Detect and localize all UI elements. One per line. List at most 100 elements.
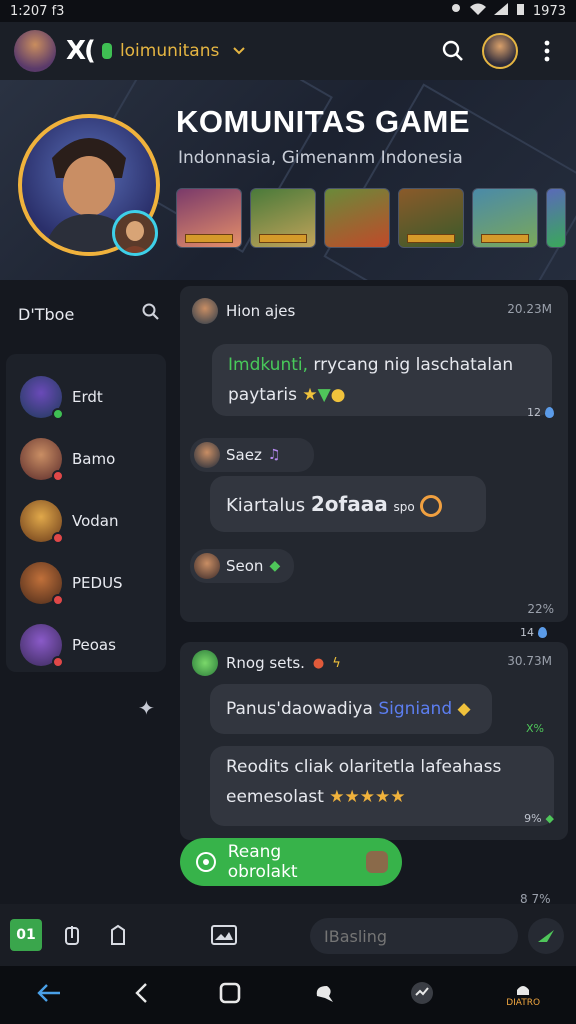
member-item[interactable]: Vodan: [6, 490, 166, 552]
message-bubble[interactable]: Panus'daowadiya Signiand ◆: [210, 684, 492, 734]
sender-name: Rnog sets.: [226, 654, 305, 672]
start-chat-label: Reang obrolakt: [227, 842, 298, 882]
image-button[interactable]: [208, 919, 240, 951]
message-link[interactable]: Signiand: [378, 699, 452, 719]
files-button[interactable]: [102, 919, 134, 951]
bell-icon: [517, 986, 530, 995]
message-time: 22%: [527, 602, 554, 616]
home-icon[interactable]: [219, 982, 241, 1008]
chat-thread: Hion ajes 20.23M Imdkunti, rrycang nig l…: [180, 286, 568, 622]
location-icon: [450, 3, 462, 19]
record-icon: [196, 852, 216, 872]
member-item[interactable]: Erdt: [6, 366, 166, 428]
rating-stars-icon: ★★★★★: [329, 787, 406, 807]
top-app-bar: X( loimunitans: [0, 22, 576, 80]
read-receipt: 14: [520, 626, 547, 639]
emoji-icon: ◆: [457, 699, 471, 719]
read-count: 12: [527, 406, 541, 419]
message-bubble[interactable]: Imdkunti, rrycang nig laschatalan paytar…: [212, 344, 552, 416]
search-icon: [142, 303, 159, 320]
game-launcher-button[interactable]: DIATRO: [506, 982, 540, 1008]
signal-icon: [493, 3, 508, 19]
tab-chat-label: 01: [16, 927, 36, 943]
message-bubble[interactable]: Reodits cliak olaritetla lafeahass eemes…: [210, 746, 554, 826]
message-header: Hion ajes: [192, 298, 295, 324]
back-icon[interactable]: [134, 982, 148, 1008]
drop-icon: [545, 407, 554, 418]
read-count: X%: [526, 722, 544, 735]
message-mention: Imdkunti,: [228, 355, 309, 375]
message-bubble[interactable]: Kiartalus 2ofaaa spo: [210, 476, 486, 532]
profile-avatar[interactable]: [482, 33, 518, 69]
search-button[interactable]: [438, 36, 468, 66]
read-receipt: 9% ◆: [524, 812, 554, 825]
more-options-button[interactable]: [532, 36, 562, 66]
game-thumbnail[interactable]: [324, 188, 390, 248]
game-mode-icon[interactable]: [409, 980, 435, 1010]
read-receipt: X%: [526, 722, 544, 735]
game-badge-icon: [420, 495, 443, 517]
message-input[interactable]: [310, 918, 518, 954]
chat-thread: Rnog sets. ● ϟ 30.73M Panus'daowadiya Si…: [180, 642, 568, 840]
members-header-label: D'Tboe: [18, 304, 75, 324]
emoji-thumb-icon: ●: [330, 385, 346, 405]
battery-icon: [516, 3, 525, 20]
message-text: Panus'daowadiya: [226, 699, 373, 719]
start-chat-button[interactable]: Reang obrolakt: [180, 838, 402, 886]
reply-header: Saez ♫: [190, 438, 314, 472]
drop-icon: [538, 627, 547, 638]
member-avatar: [20, 438, 64, 482]
member-item[interactable]: Peoas: [6, 614, 166, 676]
composer-bar: 01: [0, 904, 576, 966]
sender-name: Seon: [226, 557, 264, 575]
fire-icon: ●: [312, 655, 325, 671]
system-nav-bar: DIATRO: [0, 966, 576, 1024]
files-icon: [111, 924, 125, 945]
clip-icon: [65, 926, 79, 945]
game-thumbnail[interactable]: [546, 188, 566, 248]
game-thumbnail[interactable]: [250, 188, 316, 248]
status-bar: 1:207 f3 1973: [0, 0, 576, 22]
sparkle-icon[interactable]: ✦: [138, 696, 155, 720]
music-icon: ♫: [267, 447, 281, 463]
emoji-stars-icon: ★: [302, 385, 318, 405]
game-thumbnail[interactable]: [472, 188, 538, 248]
read-count: 9%: [524, 812, 542, 825]
back-arrow-icon[interactable]: [36, 982, 62, 1008]
sender-avatar: [194, 442, 220, 468]
community-header: KOMUNITAS GAME Indonnasia, Gimenanm Indo…: [0, 80, 576, 280]
member-item[interactable]: Bamo: [6, 428, 166, 490]
message-time: 20.23M: [507, 302, 552, 316]
message-header: Rnog sets. ● ϟ: [192, 650, 341, 676]
sender-avatar: [192, 298, 218, 324]
game-thumbnail[interactable]: [176, 188, 242, 248]
member-name: PEDUS: [72, 574, 123, 592]
read-receipt: 12: [527, 406, 554, 419]
member-avatar: [20, 500, 64, 544]
send-button[interactable]: [528, 918, 564, 954]
wifi-icon: [469, 3, 486, 19]
search-icon: [442, 40, 463, 61]
online-indicator-icon: [101, 43, 112, 59]
leaf-icon: ◆: [545, 812, 554, 825]
member-avatar: [20, 376, 64, 420]
read-count: 14: [520, 626, 534, 639]
image-icon: [211, 925, 237, 945]
assistant-icon[interactable]: [313, 982, 337, 1008]
attachment-button[interactable]: [56, 919, 88, 951]
game-thumbnail[interactable]: [398, 188, 464, 248]
channel-selector[interactable]: X( loimunitans: [66, 36, 246, 66]
message-suffix: spo: [393, 500, 415, 514]
user-avatar[interactable]: [14, 30, 56, 72]
sender-name: Saez: [226, 446, 262, 464]
sender-avatar: [192, 650, 218, 676]
search-members-button[interactable]: [142, 303, 160, 325]
sender-name: Hion ajes: [226, 302, 296, 320]
message-text: Kiartalus: [226, 495, 306, 516]
sender-avatar: [194, 553, 220, 579]
message-time: 30.73M: [507, 654, 552, 668]
members-panel: D'Tboe Erdt Bamo Vodan PEDUS Peoas ✦: [6, 284, 172, 724]
member-list: Erdt Bamo Vodan PEDUS Peoas: [6, 354, 166, 672]
tab-chat[interactable]: 01: [10, 919, 42, 951]
member-item[interactable]: PEDUS: [6, 552, 166, 614]
